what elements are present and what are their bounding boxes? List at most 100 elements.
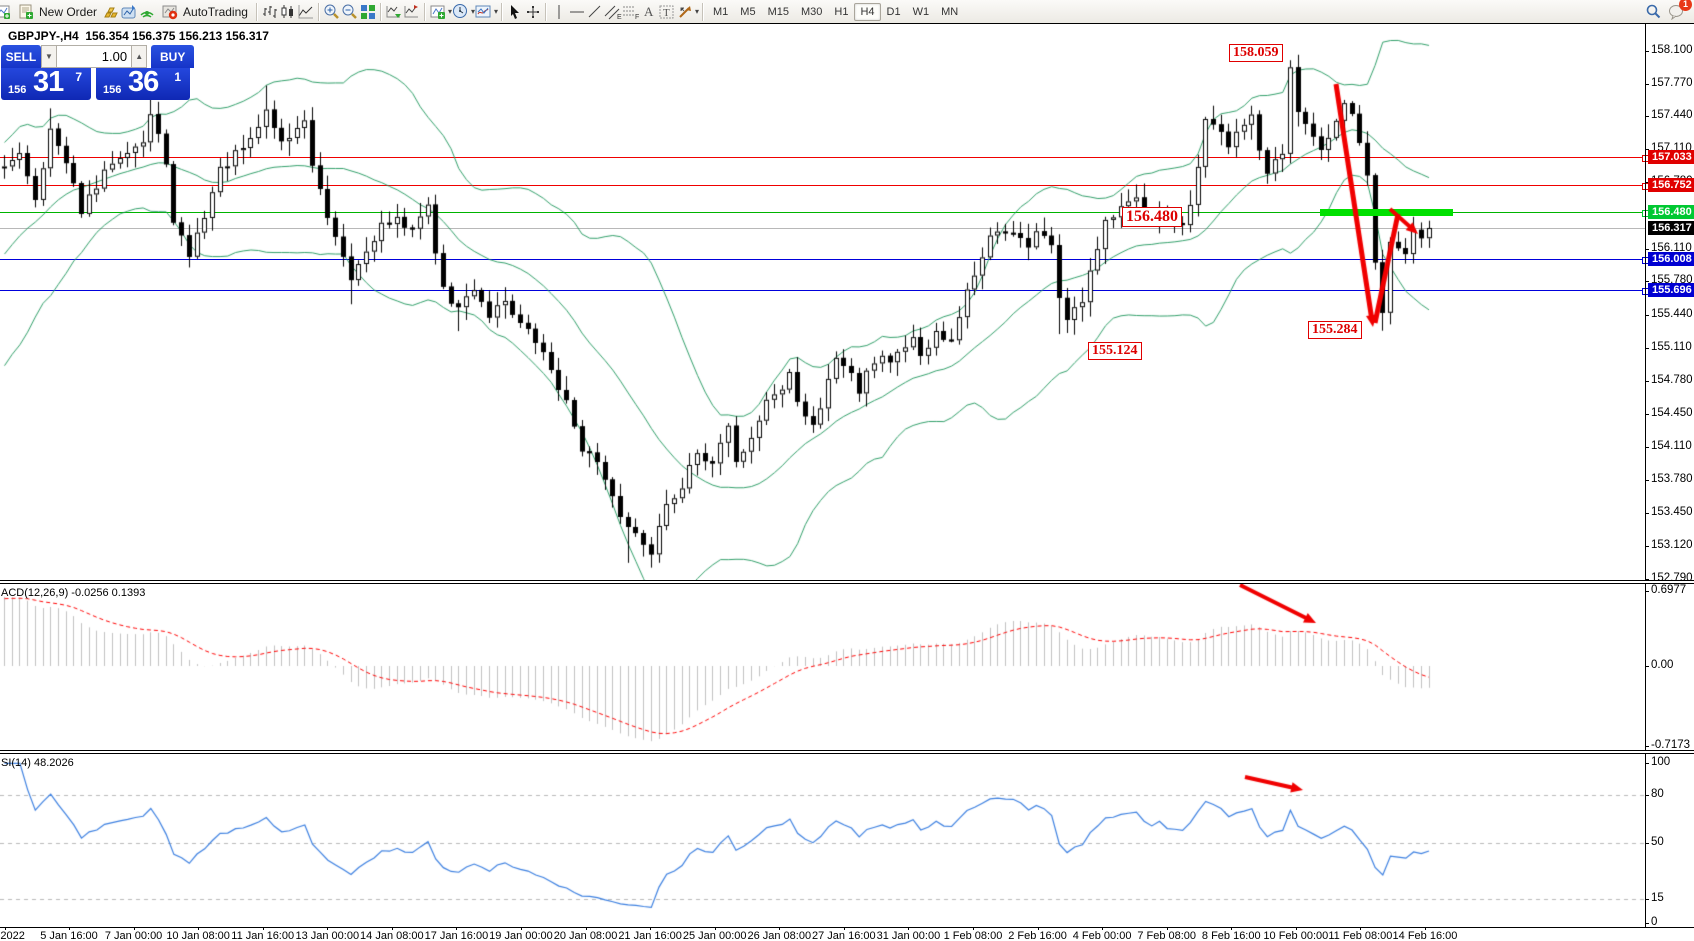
date-axis-label: 26 Jan 08:00 xyxy=(747,930,811,941)
date-axis-label: 14 Feb 16:00 xyxy=(1393,930,1458,941)
buy-button[interactable]: BUY xyxy=(151,45,194,68)
publish-chart-icon[interactable] xyxy=(120,3,138,21)
buy-price-big-figure: 156 xyxy=(103,84,121,96)
separator xyxy=(424,3,426,21)
vertical-line-icon[interactable] xyxy=(550,3,568,21)
arrows-icon[interactable] xyxy=(676,3,694,21)
templates-caret-icon[interactable]: ▾ xyxy=(494,7,498,16)
signal-icon[interactable] xyxy=(138,3,156,21)
price-axis-label: 153.450 xyxy=(1651,506,1693,518)
rsi-axis-label: 80 xyxy=(1651,788,1664,800)
price-axis-label: 153.780 xyxy=(1651,473,1693,485)
new-chart-icon[interactable] xyxy=(0,3,12,21)
timeframe-button-h1[interactable]: H1 xyxy=(828,3,854,21)
date-axis-label: 4 Feb 00:00 xyxy=(1073,930,1132,941)
sell-price-pips: 31 xyxy=(33,66,63,99)
timeframe-button-w1[interactable]: W1 xyxy=(907,3,936,21)
text-icon[interactable]: A xyxy=(640,3,658,21)
periods-icon[interactable] xyxy=(452,3,470,21)
date-axis-label: 7 Feb 08:00 xyxy=(1137,930,1196,941)
trendline-icon[interactable] xyxy=(586,3,604,21)
volume-decrease-button[interactable]: ▼ xyxy=(41,45,57,68)
rsi-axis-label: 15 xyxy=(1651,892,1664,904)
level-price-badge: 156.480 xyxy=(1648,205,1694,219)
zoom-in-icon[interactable] xyxy=(323,3,341,21)
level-price-badge: 156.752 xyxy=(1648,178,1694,192)
price-axis-label: 154.450 xyxy=(1651,407,1693,419)
text-label-icon[interactable]: T xyxy=(658,3,676,21)
date-axis-label: 10 Jan 08:00 xyxy=(166,930,230,941)
candlestick-chart-icon[interactable] xyxy=(279,3,297,21)
autotrading-button[interactable]: AutoTrading xyxy=(156,2,253,22)
rsi-panel[interactable]: SI(14) 48.2026 xyxy=(0,754,1694,927)
date-axis-label: 17 Jan 16:00 xyxy=(425,930,489,941)
price-axis-label: 155.110 xyxy=(1651,341,1692,353)
date-axis-label: 13 Jan 00:00 xyxy=(295,930,359,941)
price-axis-label: 155.440 xyxy=(1651,308,1693,320)
zoom-out-icon[interactable] xyxy=(341,3,359,21)
price-callout-label[interactable]: 156.480 xyxy=(1122,207,1182,227)
date-axis-separator xyxy=(0,927,1694,928)
equidistant-channel-icon[interactable]: E xyxy=(604,3,622,21)
date-axis-label: 1 Feb 08:00 xyxy=(944,930,1003,941)
level-price-badge: 156.008 xyxy=(1648,252,1694,266)
date-axis-label: 8 Feb 16:00 xyxy=(1202,930,1261,941)
panel-divider[interactable] xyxy=(0,750,1694,754)
fibonacci-icon[interactable]: F xyxy=(622,3,640,21)
timeframe-button-m1[interactable]: M1 xyxy=(707,3,734,21)
level-price-badge: 155.696 xyxy=(1648,283,1694,297)
timeframe-button-m5[interactable]: M5 xyxy=(734,3,761,21)
price-callout-label[interactable]: 155.284 xyxy=(1308,321,1362,339)
sell-price-display[interactable]: 156 31 7 xyxy=(1,68,91,100)
date-axis-label: 19 Jan 00:00 xyxy=(489,930,553,941)
auto-scroll-icon[interactable] xyxy=(385,3,403,21)
arrows-caret-icon[interactable]: ▾ xyxy=(695,7,699,16)
main-chart-panel[interactable]: GBPJPY-,H4 156.354 156.375 156.213 156.3… xyxy=(0,24,1694,580)
tile-windows-icon[interactable] xyxy=(359,3,377,21)
candlestick-chart-canvas[interactable] xyxy=(0,24,1645,580)
panel-divider[interactable] xyxy=(0,580,1694,584)
level-price-badge: 157.033 xyxy=(1648,150,1694,164)
timeframe-button-h4[interactable]: H4 xyxy=(854,3,880,21)
price-callout-label[interactable]: 155.124 xyxy=(1088,342,1142,360)
separator xyxy=(318,3,320,21)
highlight-bar[interactable] xyxy=(1320,209,1453,216)
buy-price-point: 1 xyxy=(174,70,181,84)
sell-button[interactable]: SELL xyxy=(1,45,41,68)
date-axis-label: 25 Jan 00:00 xyxy=(683,930,747,941)
separator xyxy=(256,3,258,21)
timeframe-button-m30[interactable]: M30 xyxy=(795,3,828,21)
volume-input[interactable] xyxy=(57,45,131,68)
timeframe-button-d1[interactable]: D1 xyxy=(881,3,907,21)
buy-price-display[interactable]: 156 36 1 xyxy=(96,68,190,100)
buy-price-pips: 36 xyxy=(128,66,158,99)
svg-text:A: A xyxy=(644,4,654,19)
line-chart-icon[interactable] xyxy=(297,3,315,21)
search-icon[interactable] xyxy=(1644,3,1662,21)
autotrading-label: AutoTrading xyxy=(183,5,248,19)
date-axis[interactable]: an 20225 Jan 16:007 Jan 00:0010 Jan 08:0… xyxy=(0,929,1694,941)
price-callout-label[interactable]: 158.059 xyxy=(1229,44,1283,62)
indicators-icon[interactable] xyxy=(429,3,447,21)
volume-increase-button[interactable]: ▲ xyxy=(131,45,147,68)
bar-chart-icon[interactable] xyxy=(261,3,279,21)
notifications-icon[interactable]: 1 xyxy=(1668,3,1686,21)
price-axis-label: 158.100 xyxy=(1651,44,1693,56)
gold-icon[interactable] xyxy=(102,3,120,21)
rsi-label: SI(14) 48.2026 xyxy=(1,757,74,769)
chart-shift-icon[interactable] xyxy=(403,3,421,21)
timeframe-button-mn[interactable]: MN xyxy=(935,3,964,21)
rsi-canvas xyxy=(0,754,1645,927)
autotrading-icon xyxy=(161,3,179,21)
horizontal-line-icon[interactable] xyxy=(568,3,586,21)
macd-label: ACD(12,26,9) -0.0256 0.1393 xyxy=(1,587,145,599)
cursor-icon[interactable] xyxy=(506,3,524,21)
price-axis-label: 157.440 xyxy=(1651,109,1693,121)
new-order-button[interactable]: New Order xyxy=(12,2,102,22)
crosshair-icon[interactable] xyxy=(524,3,542,21)
new-order-label: New Order xyxy=(39,5,97,19)
timeframe-button-m15[interactable]: M15 xyxy=(762,3,795,21)
templates-icon[interactable] xyxy=(475,3,493,21)
date-axis-label: an 2022 xyxy=(0,930,25,941)
macd-panel[interactable]: ACD(12,26,9) -0.0256 0.1393 xyxy=(0,584,1694,750)
